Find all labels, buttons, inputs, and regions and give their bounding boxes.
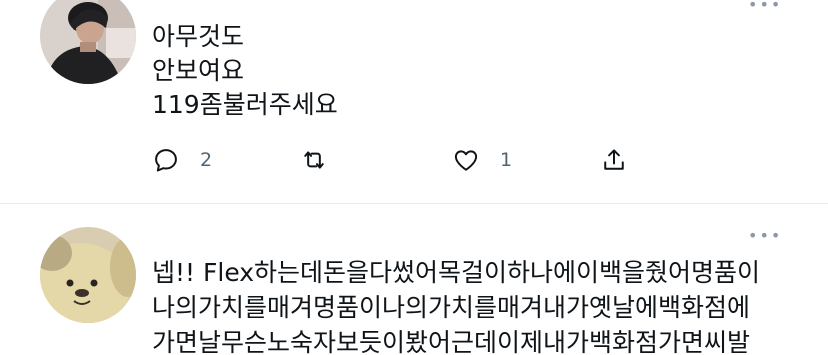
tweet-text-line: 119좀불러주세요 [152, 90, 338, 119]
tweet-divider [0, 203, 828, 204]
like-count: 1 [500, 149, 513, 171]
avatar[interactable] [40, 227, 136, 323]
more-icon: ••• [748, 0, 783, 14]
timeline: ••• 아무것도 안보여요 119좀불러주세요 2 1 ••• 넵!! Flex… [0, 0, 828, 355]
avatar[interactable] [40, 0, 136, 84]
more-icon: ••• [748, 226, 783, 245]
avatar-photo [40, 0, 136, 84]
tweet-text-line: 아무것도 [152, 22, 245, 51]
reply-button[interactable]: 2 [152, 142, 212, 178]
heart-icon [454, 150, 478, 171]
tweet-text-line: 넵!! Flex하는데돈을다썼어목걸이하나에이백을줬어명품이 [152, 258, 761, 287]
more-options-button[interactable]: ••• [748, 228, 780, 244]
tweet-text: 아무것도 안보여요 119좀불러주세요 [152, 20, 338, 122]
tweet-text: 넵!! Flex하는데돈을다썼어목걸이하나에이백을줬어명품이 나의가치를매겨명품… [152, 255, 812, 355]
reply-count: 2 [200, 149, 213, 171]
retweet-button[interactable] [300, 142, 348, 178]
tweet[interactable]: ••• 넵!! Flex하는데돈을다썼어목걸이하나에이백을줬어명품이 나의가치를… [0, 205, 828, 355]
retweet-icon [304, 151, 324, 169]
avatar-photo [40, 227, 136, 323]
tweet-text-line: 안보여요 [152, 56, 245, 85]
tweet-actions: 2 1 [152, 142, 652, 178]
like-button[interactable]: 1 [452, 142, 512, 178]
more-options-button[interactable]: ••• [748, 0, 780, 13]
tweet[interactable]: ••• 아무것도 안보여요 119좀불러주세요 2 1 [0, 0, 828, 204]
tweet-text-line: 가면날무슨노숙자보듯이봤어근데이제내가백화점가면씨발 [152, 328, 751, 355]
share-icon [604, 149, 624, 170]
reply-icon [155, 149, 177, 172]
tweet-text-line: 나의가치를매겨명품이나의가치를매겨내가옛날에백화점에 [152, 293, 751, 322]
share-button[interactable] [600, 142, 628, 178]
